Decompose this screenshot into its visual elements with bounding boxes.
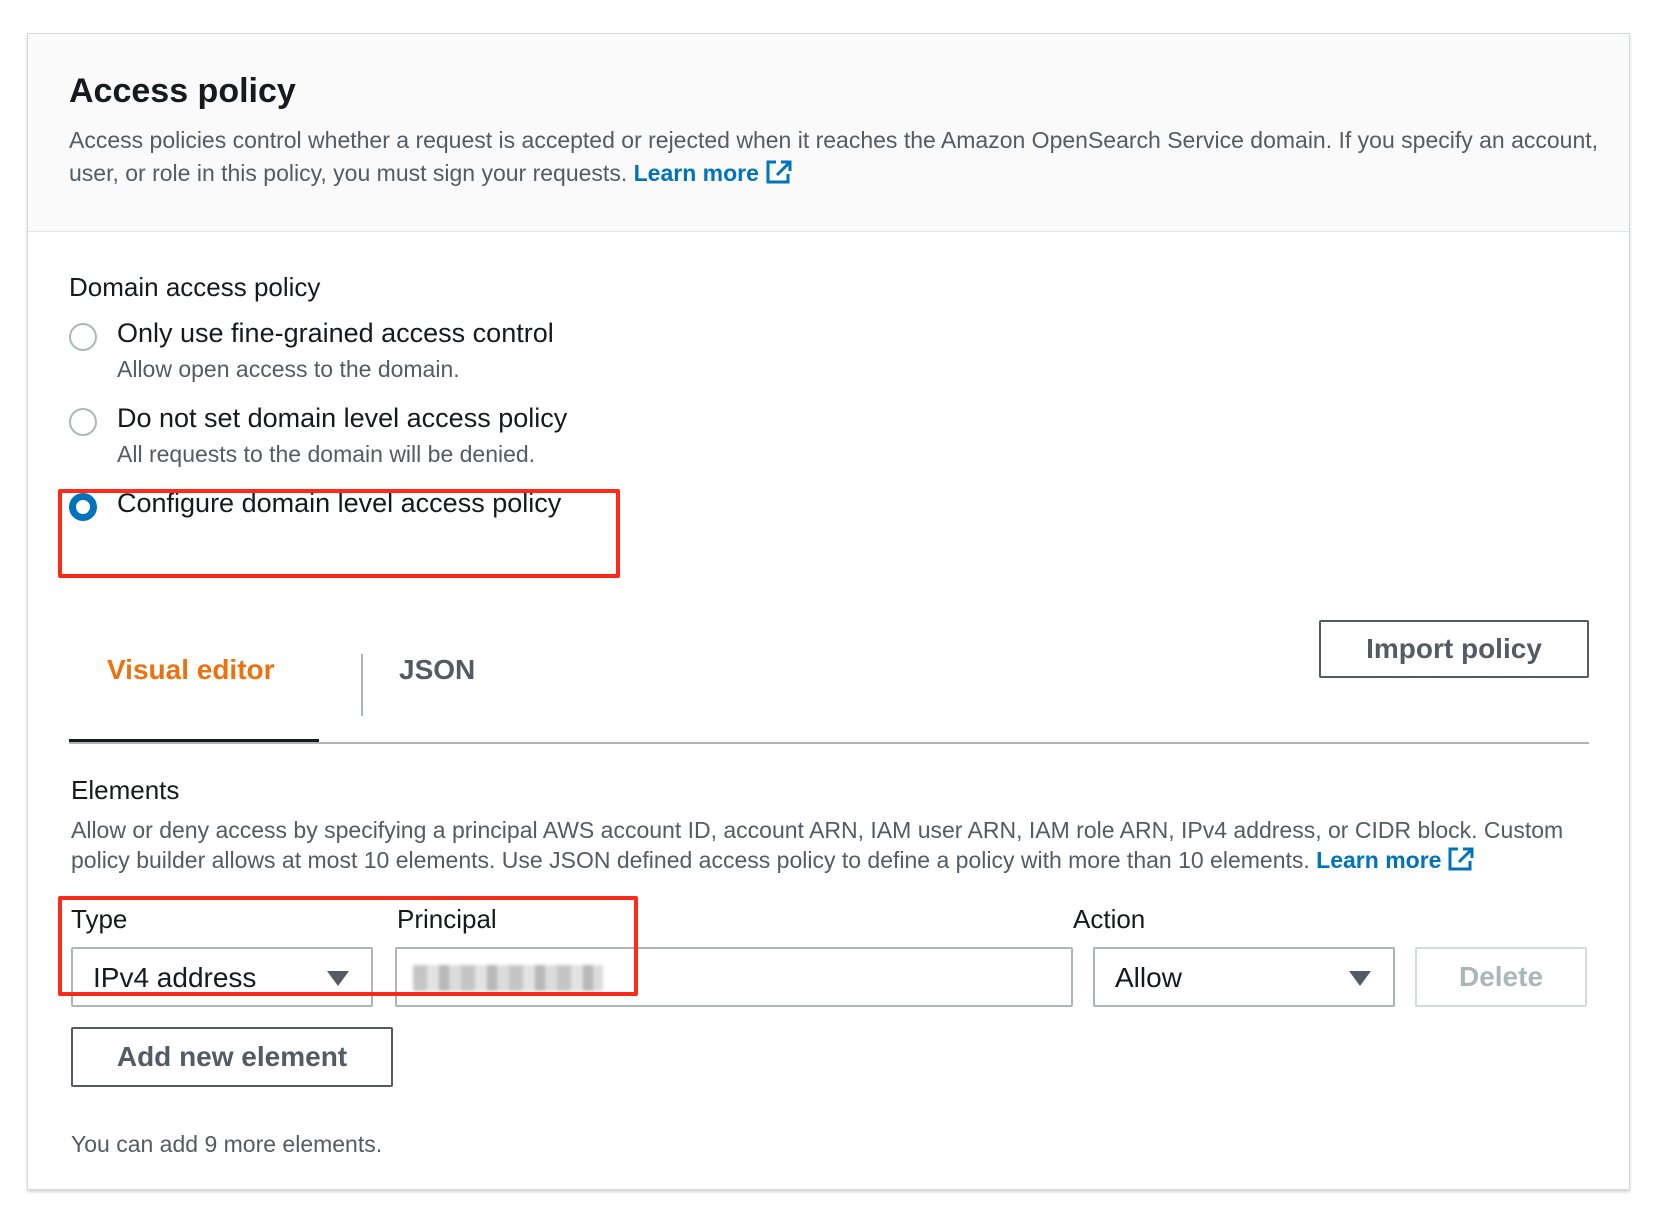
action-column-label: Action	[1073, 904, 1146, 934]
annotation-highlight-radio	[58, 489, 620, 578]
tab-visual-editor[interactable]: Visual editor	[107, 654, 275, 686]
access-policy-panel: Access policy Access policies control wh…	[27, 33, 1630, 1190]
learn-more-link[interactable]: Learn more	[634, 160, 793, 186]
tab-json[interactable]: JSON	[399, 654, 475, 686]
action-select[interactable]: Allow	[1093, 947, 1395, 1007]
radio-description: All requests to the domain will be denie…	[117, 441, 536, 467]
radio-no-domain-policy[interactable]: Do not set domain level access policy Al…	[69, 402, 629, 467]
elements-helper-text: You can add 9 more elements.	[71, 1131, 383, 1157]
radio-label: Do not set domain level access policy	[117, 403, 568, 433]
learn-more-label: Learn more	[633, 160, 759, 186]
elements-learn-more-link[interactable]: Learn more	[1316, 847, 1475, 873]
annotation-highlight-type-principal	[58, 896, 638, 996]
panel-title: Access policy	[69, 72, 296, 110]
domain-access-label: Domain access policy	[69, 272, 321, 302]
panel-header: Access policy Access policies control wh…	[28, 34, 1629, 232]
tab-divider	[361, 654, 363, 716]
delete-button[interactable]: Delete	[1415, 947, 1587, 1007]
radio-fine-grained[interactable]: Only use fine-grained access control All…	[69, 317, 629, 382]
radio-label: Only use fine-grained access control	[117, 318, 554, 348]
elements-label: Elements	[71, 775, 180, 805]
panel-description: Access policies control whether a reques…	[69, 124, 1599, 190]
external-link-icon	[1448, 847, 1474, 871]
caret-down-icon	[1349, 971, 1371, 986]
action-select-value: Allow	[1115, 962, 1182, 993]
tabs-baseline	[69, 742, 1589, 744]
panel-description-text: Access policies control whether a reques…	[69, 127, 1599, 186]
radio-button[interactable]	[69, 408, 97, 436]
learn-more-label: Learn more	[1316, 847, 1442, 873]
import-policy-button[interactable]: Import policy	[1319, 620, 1589, 678]
elements-description: Allow or deny access by specifying a pri…	[71, 815, 1591, 875]
add-new-element-button[interactable]: Add new element	[71, 1027, 393, 1087]
radio-description: Allow open access to the domain.	[117, 356, 460, 382]
external-link-icon	[766, 160, 792, 184]
radio-button[interactable]	[69, 323, 97, 351]
